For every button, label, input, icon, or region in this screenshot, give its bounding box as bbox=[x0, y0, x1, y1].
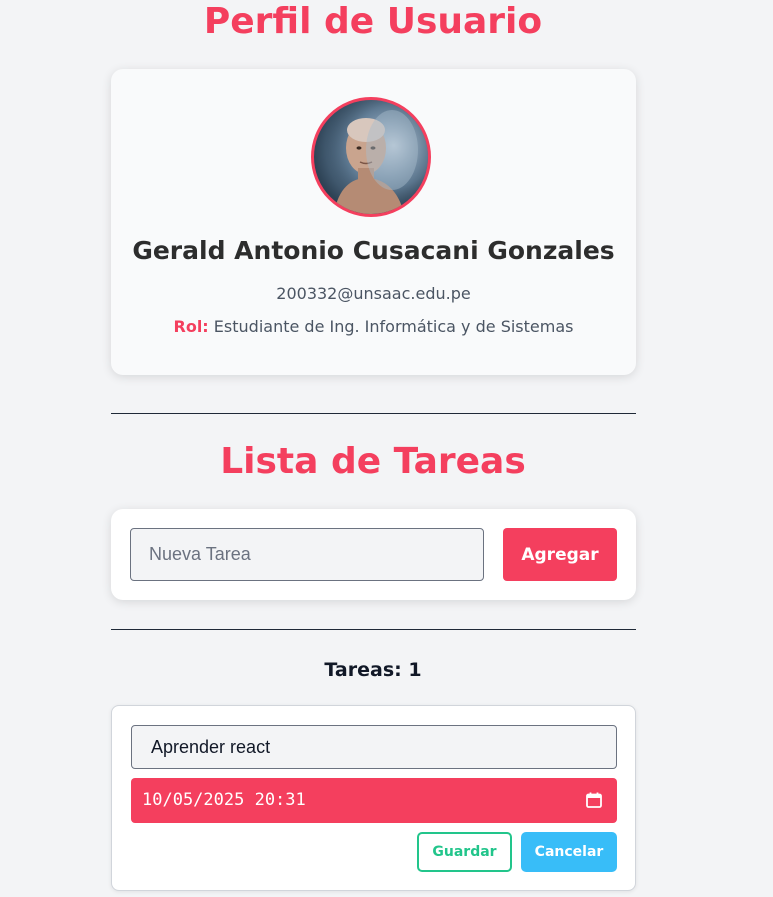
user-avatar-icon bbox=[314, 100, 428, 214]
add-task-button[interactable]: Agregar bbox=[503, 528, 617, 581]
avatar bbox=[311, 97, 431, 217]
task-datetime-field[interactable]: 10/05/2025 20:31 bbox=[131, 778, 617, 823]
calendar-icon[interactable] bbox=[585, 791, 603, 809]
profile-title: Perfil de Usuario bbox=[203, 1, 543, 42]
add-task-card: Agregar bbox=[111, 509, 636, 600]
task-edit-card: 10/05/2025 20:31 Guardar Cancelar bbox=[111, 705, 636, 891]
profile-email: 200332@unsaac.edu.pe bbox=[276, 284, 471, 303]
divider-profile-tasks bbox=[111, 413, 636, 414]
profile-name: Gerald Antonio Cusacani Gonzales bbox=[132, 236, 615, 265]
profile-role: Rol: Estudiante de Ing. Informática y de… bbox=[111, 317, 636, 336]
edit-task-input[interactable] bbox=[131, 725, 617, 769]
role-label: Rol: bbox=[173, 317, 209, 336]
task-datetime-value: 10/05/2025 20:31 bbox=[142, 790, 306, 810]
divider-tasks-list bbox=[111, 629, 636, 630]
page: Perfil de Usuario Gerald Antonio Cusacan… bbox=[0, 0, 773, 897]
profile-card: Gerald Antonio Cusacani Gonzales 200332@… bbox=[111, 69, 636, 375]
tasks-count: Tareas: 1 bbox=[324, 659, 422, 681]
tasks-title: Lista de Tareas bbox=[220, 441, 526, 482]
role-value: Estudiante de Ing. Informática y de Sist… bbox=[213, 317, 574, 336]
new-task-input[interactable] bbox=[130, 528, 484, 581]
save-button[interactable]: Guardar bbox=[417, 832, 512, 872]
cancel-button[interactable]: Cancelar bbox=[521, 832, 617, 872]
